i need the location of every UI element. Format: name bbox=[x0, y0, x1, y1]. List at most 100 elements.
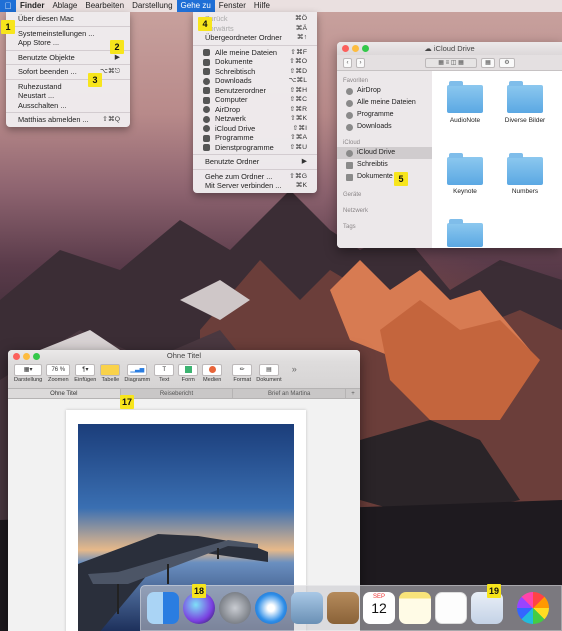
view-switcher[interactable]: ▦ ≡ ◫ ▦ bbox=[425, 57, 477, 68]
action-gear-icon[interactable]: ⚙ bbox=[499, 57, 515, 68]
toolbar-document[interactable]: ▤ Dokument bbox=[256, 364, 282, 383]
keynote-folder-icon[interactable] bbox=[447, 153, 483, 185]
folder-icon[interactable] bbox=[447, 219, 483, 247]
toolbar-zoom[interactable]: 76 % Zoomen bbox=[46, 364, 71, 383]
airdrop-icon bbox=[203, 106, 210, 113]
toolbar-table[interactable]: Tabelle bbox=[100, 364, 121, 383]
go-menu-dropdown: Zurück ⌘Ö Vorwärts ⌘Ä Übergeordneter Ordne… bbox=[193, 12, 317, 193]
menu-darstellung[interactable]: Darstellung bbox=[128, 0, 176, 12]
sidebar-item-all-files[interactable]: Alle meine Dateien bbox=[337, 97, 432, 109]
audionote-folder-icon[interactable] bbox=[447, 81, 483, 113]
toolbar-overflow-icon[interactable]: » bbox=[292, 364, 297, 374]
menu-item-sleep[interactable]: Ruhezustand bbox=[6, 82, 130, 92]
callout-badge: 18 bbox=[192, 584, 207, 598]
menu-item-recent-folders[interactable]: Benutzte Ordner ▶ bbox=[193, 157, 317, 167]
menu-hilfe[interactable]: Hilfe bbox=[250, 0, 274, 12]
menu-item-connect-server[interactable]: Mit Server verbinden ... ⌘K bbox=[193, 181, 317, 191]
menu-bearbeiten[interactable]: Bearbeiten bbox=[81, 0, 128, 12]
tab-reisebericht[interactable]: Reisebericht bbox=[121, 389, 234, 398]
document-tabs: Ohne Titel Reisebericht Brief an Martina… bbox=[8, 388, 360, 399]
menu-item-downloads[interactable]: Downloads ⌥⌘L bbox=[193, 76, 317, 86]
menu-gehe-zu[interactable]: Gehe zu bbox=[176, 0, 215, 12]
menu-item-go-to-folder[interactable]: Gehe zum Ordner ... ⇧⌘G bbox=[193, 172, 317, 182]
menu-item-applications[interactable]: Programme ⇧⌘A bbox=[193, 133, 317, 143]
menu-item-icloud-drive[interactable]: iCloud Drive ⇧⌘I bbox=[193, 124, 317, 134]
launchpad-rocket-icon[interactable] bbox=[219, 592, 251, 624]
zoom-button[interactable] bbox=[362, 45, 369, 52]
calendar-day: 12 bbox=[371, 600, 387, 616]
menu-separator bbox=[6, 64, 130, 65]
menu-bar:  Finder Ablage Bearbeiten Darstellung G… bbox=[0, 0, 562, 12]
home-icon bbox=[203, 87, 210, 94]
menu-item-shutdown[interactable]: Ausschalten ... bbox=[6, 101, 130, 111]
toolbar-text[interactable]: T Text bbox=[154, 364, 175, 383]
menu-item-computer[interactable]: Computer ⇧⌘C bbox=[193, 95, 317, 105]
sidebar-item-icloud-drive[interactable]: iCloud Drive bbox=[337, 147, 432, 159]
folder-label: Diverse Bilder bbox=[504, 117, 546, 124]
menu-item-restart[interactable]: Neustart ... bbox=[6, 91, 130, 101]
sidebar-item-desktop[interactable]: Schreibtis bbox=[337, 159, 432, 171]
menu-fenster[interactable]: Fenster bbox=[215, 0, 250, 12]
callout-badge: 2 bbox=[110, 40, 124, 54]
apple-menu-icon[interactable]:  bbox=[0, 0, 16, 12]
menu-item-about[interactable]: Über diesen Mac bbox=[6, 14, 130, 24]
menu-item-network[interactable]: Netzwerk ⇧⌘K bbox=[193, 114, 317, 124]
minimize-button[interactable] bbox=[352, 45, 359, 52]
toolbar-chart[interactable]: ▁▃▅ Diagramm bbox=[124, 364, 150, 383]
sidebar-item-downloads[interactable]: Downloads bbox=[337, 121, 432, 133]
menu-item-force-quit[interactable]: Sofort beenden ... ⌥⌘⎋ bbox=[6, 67, 130, 77]
airdrop-icon bbox=[346, 88, 353, 95]
toolbar-insert[interactable]: ¶▾ Einfügen bbox=[74, 364, 96, 383]
menu-item-utilities[interactable]: Dienstprogramme ⇧⌘U bbox=[193, 143, 317, 153]
toolbar-media[interactable]: Medien bbox=[202, 364, 223, 383]
documents-icon bbox=[346, 174, 353, 181]
view-icon: ▦▾ bbox=[14, 364, 43, 376]
tab-ohne-titel[interactable]: Ohne Titel bbox=[8, 389, 121, 398]
sidebar-heading-icloud: iCloud bbox=[343, 140, 361, 146]
menu-item-home[interactable]: Benutzerordner ⇧⌘H bbox=[193, 86, 317, 96]
menu-item-enclosing-folder[interactable]: Übergeordneter Ordner ⌘↑ bbox=[193, 33, 317, 43]
arrange-button[interactable]: ▦ bbox=[481, 57, 495, 68]
forward-button[interactable]: › bbox=[356, 57, 365, 68]
new-tab-button[interactable]: + bbox=[346, 389, 360, 398]
menu-ablage[interactable]: Ablage bbox=[48, 0, 81, 12]
downloads-icon bbox=[203, 77, 210, 85]
zoom-button[interactable] bbox=[33, 352, 40, 360]
toolbar-shape[interactable]: Form bbox=[178, 364, 199, 383]
numbers-folder-icon[interactable] bbox=[507, 153, 543, 185]
menu-item-logout[interactable]: Matthias abmelden ... ⇧⌘Q bbox=[6, 115, 130, 125]
finder-dock-icon[interactable] bbox=[147, 592, 179, 624]
calendar-dock-icon[interactable]: SEP 12 bbox=[363, 592, 395, 624]
toolbar-format[interactable]: ✏ Format bbox=[232, 364, 253, 383]
callout-badge: 3 bbox=[88, 73, 102, 87]
notes-icon[interactable] bbox=[399, 592, 431, 624]
folder-label: Keynote bbox=[453, 188, 477, 195]
all-files-icon bbox=[346, 100, 353, 107]
downloads-icon bbox=[346, 124, 353, 131]
sidebar-item-programme[interactable]: Programme bbox=[337, 109, 432, 121]
sidebar-item-documents[interactable]: Dokumente bbox=[337, 171, 432, 183]
menu-item-system-prefs[interactable]: Systemeinstellungen ... bbox=[6, 29, 130, 39]
menu-item-airdrop[interactable]: AirDrop ⇧⌘R bbox=[193, 105, 317, 115]
photos-icon[interactable] bbox=[517, 592, 549, 624]
contacts-icon[interactable] bbox=[327, 592, 359, 624]
pages-toolbar: ▦▾ Darstellung 76 % Zoomen ¶▾ Einfügen Tabe… bbox=[8, 362, 360, 388]
reminders-icon[interactable] bbox=[435, 592, 467, 624]
close-button[interactable] bbox=[13, 352, 20, 360]
minimize-button[interactable] bbox=[23, 352, 30, 360]
mail-icon[interactable] bbox=[291, 592, 323, 624]
menu-item-documents[interactable]: Dokumente ⇧⌘O bbox=[193, 57, 317, 67]
finder-content: AudioNote Diverse Bilder Keynote Numbers bbox=[432, 71, 562, 248]
menu-item-all-files[interactable]: Alle meine Dateien ⇧⌘F bbox=[193, 48, 317, 58]
menu-finder[interactable]: Finder bbox=[16, 0, 48, 12]
window-controls bbox=[342, 45, 369, 52]
folder-icon[interactable] bbox=[507, 81, 543, 113]
document-title: Ohne Titel bbox=[166, 351, 202, 360]
safari-compass-icon[interactable] bbox=[255, 592, 287, 624]
tab-brief-an-martina[interactable]: Brief an Martina bbox=[233, 389, 347, 398]
sidebar-item-airdrop[interactable]: AirDrop bbox=[337, 85, 432, 97]
menu-item-desktop[interactable]: Schreibtisch ⇧⌘D bbox=[193, 67, 317, 77]
close-button[interactable] bbox=[342, 45, 349, 52]
back-button[interactable]: ‹ bbox=[343, 57, 352, 68]
toolbar-view[interactable]: ▦▾ Darstellung bbox=[14, 364, 42, 383]
